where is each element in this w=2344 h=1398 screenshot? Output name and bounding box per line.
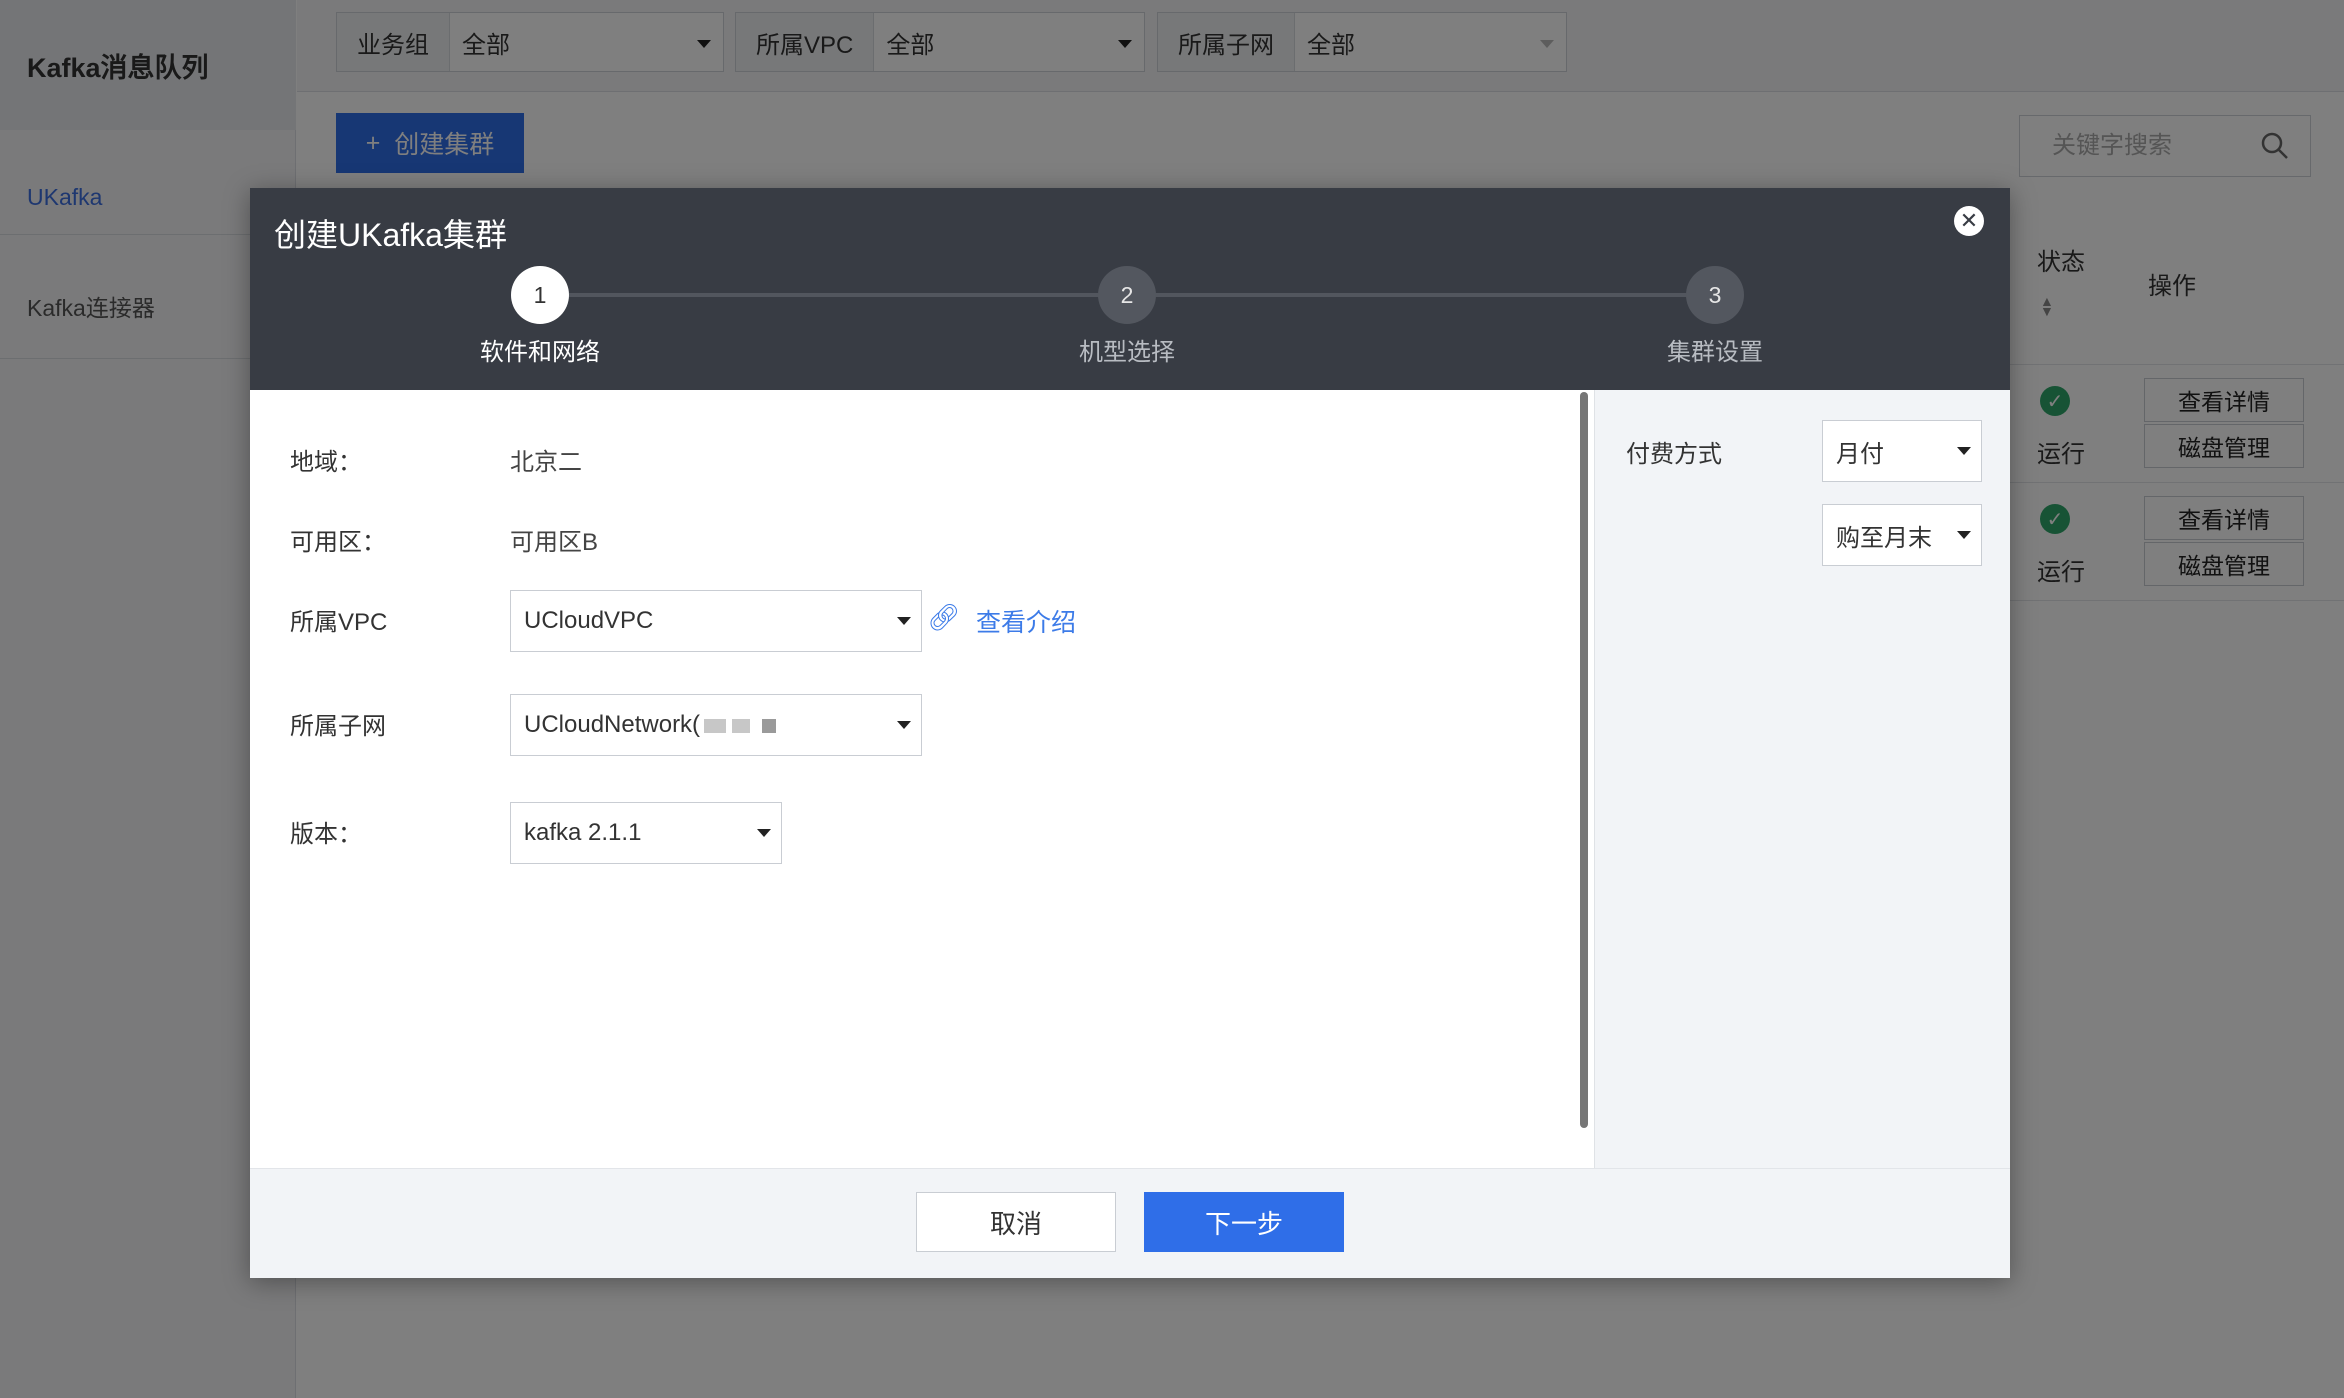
chevron-down-icon [1957, 447, 1971, 455]
vpc-label: 所属VPC [290, 609, 388, 636]
masked-text [704, 718, 777, 733]
chevron-down-icon [1957, 531, 1971, 539]
subnet-label: 所属子网 [290, 713, 386, 740]
scrollbar[interactable] [1580, 392, 1588, 1128]
next-step-button[interactable]: 下一步 [1144, 1192, 1344, 1252]
zone-value: 可用区B [510, 529, 599, 556]
version-label: 版本： [290, 821, 362, 848]
create-cluster-modal: 创建UKafka集群 ✕ 1 软件和网络 2 机型选择 3 集群设置 地域： 北… [250, 188, 2010, 1278]
region-label: 地域： [290, 449, 362, 476]
version-select-value: kafka 2.1.1 [524, 819, 642, 846]
step-3-label: 集群设置 [1667, 339, 1763, 366]
close-button[interactable]: ✕ [1954, 206, 1984, 236]
view-intro-link[interactable]: 查看介绍 [976, 603, 1076, 639]
step-connector [1127, 293, 1717, 297]
zone-label: 可用区： [290, 529, 386, 556]
vpc-select[interactable]: UCloudVPC [510, 590, 922, 652]
close-icon: ✕ [1959, 208, 1979, 233]
step-1-label: 软件和网络 [480, 339, 600, 366]
form-area [250, 390, 1594, 1168]
billing-label: 付费方式 [1626, 441, 1722, 468]
subnet-select-text: UCloudNetwork( [524, 711, 701, 738]
vpc-select-value: UCloudVPC [524, 607, 654, 634]
modal-title: 创建UKafka集群 [274, 217, 507, 253]
modal-footer [250, 1168, 2010, 1278]
step-3-indicator: 3 [1686, 266, 1744, 324]
subnet-select-value: UCloudNetwork( [524, 711, 777, 739]
chevron-down-icon [897, 617, 911, 625]
billing-mode-select[interactable]: 月付 [1822, 420, 1982, 482]
chevron-down-icon [757, 829, 771, 837]
billing-duration-value: 购至月末 [1836, 524, 1932, 552]
version-select[interactable]: kafka 2.1.1 [510, 802, 782, 864]
region-value: 北京二 [510, 449, 582, 476]
link-icon[interactable]: 🔗︎ [927, 602, 960, 633]
billing-duration-select[interactable]: 购至月末 [1822, 504, 1982, 566]
subnet-select[interactable]: UCloudNetwork( [510, 694, 922, 756]
step-2-indicator: 2 [1098, 266, 1156, 324]
step-2-label: 机型选择 [1079, 339, 1175, 366]
step-1-indicator: 1 [511, 266, 569, 324]
step-connector [540, 293, 1130, 297]
chevron-down-icon [897, 721, 911, 729]
cancel-button[interactable]: 取消 [916, 1192, 1116, 1252]
billing-mode-value: 月付 [1836, 440, 1884, 468]
